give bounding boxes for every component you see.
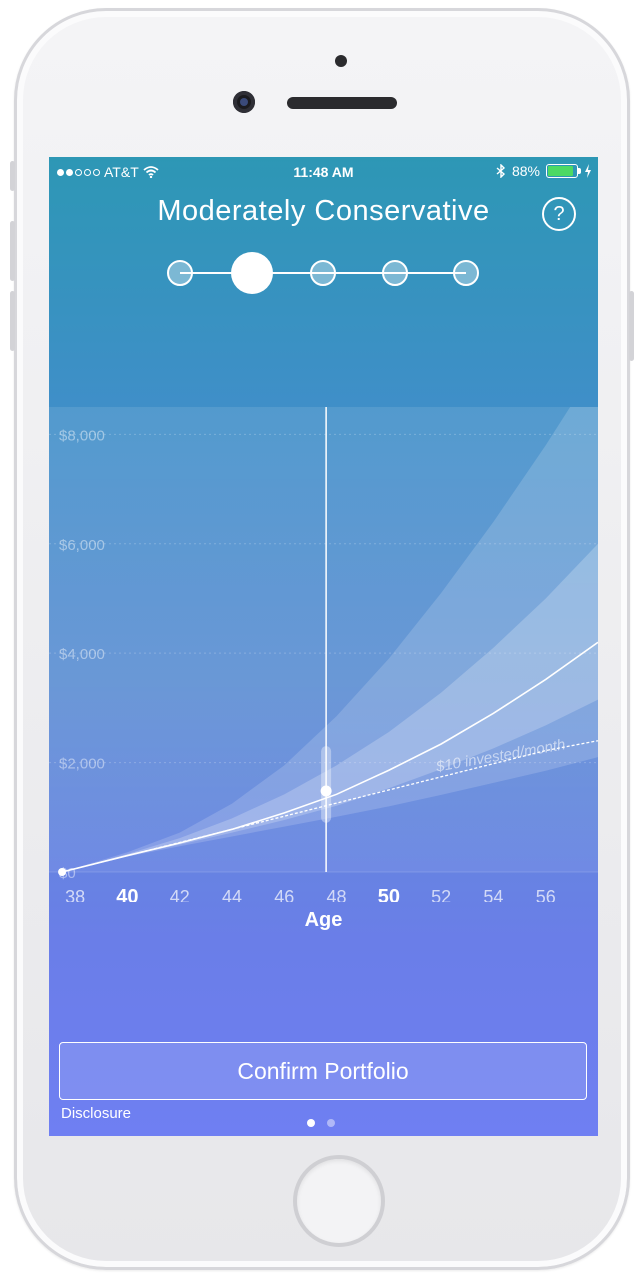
x-tick-label: 56 xyxy=(536,887,556,902)
risk-step-4[interactable] xyxy=(381,260,408,286)
status-bar: AT&T 11:48 AM 88% xyxy=(49,157,598,187)
risk-step-2[interactable] xyxy=(230,252,273,294)
x-tick-label: 54 xyxy=(483,887,503,902)
scrubber-range xyxy=(321,746,332,823)
risk-step-5[interactable] xyxy=(453,260,479,286)
x-tick-label: 52 xyxy=(431,887,451,902)
growth-projection-chart[interactable]: $0 $2,000 $4,000 $6,000 $8,000 38 40 42 44 46 48 5… xyxy=(49,407,598,902)
x-tick-label: 38 xyxy=(65,887,85,902)
x-tick-label: 50 xyxy=(378,886,400,902)
scrubber-point xyxy=(320,785,332,797)
home-button[interactable] xyxy=(293,1155,385,1247)
risk-level-stepper[interactable] xyxy=(49,252,598,294)
risk-step-1[interactable] xyxy=(167,260,193,286)
x-tick-label: 44 xyxy=(222,887,242,902)
page-dot[interactable] xyxy=(307,1119,315,1127)
x-tick-label: 48 xyxy=(327,887,347,902)
x-tick-label: 46 xyxy=(274,887,294,902)
page-indicator[interactable] xyxy=(307,1119,335,1127)
disclosure-link[interactable]: Disclosure xyxy=(61,1105,131,1122)
battery-icon xyxy=(546,164,581,178)
y-tick-label: $6,000 xyxy=(59,537,105,554)
y-tick-label: $0 xyxy=(59,865,76,882)
charging-icon xyxy=(585,164,591,178)
app-screen: AT&T 11:48 AM 88% Moderately Conservativ… xyxy=(49,157,598,1136)
risk-step-3[interactable] xyxy=(310,260,336,286)
power-button xyxy=(629,291,634,361)
mute-switch xyxy=(10,161,15,191)
page-dot[interactable] xyxy=(327,1119,335,1127)
y-tick-label: $4,000 xyxy=(59,646,105,663)
proximity-sensor xyxy=(335,55,347,67)
volume-down-button xyxy=(10,291,15,351)
x-tick-label: 40 xyxy=(116,886,138,902)
page-title: Moderately Conservative xyxy=(157,195,490,227)
front-camera xyxy=(233,91,255,113)
confirm-portfolio-button[interactable]: Confirm Portfolio xyxy=(59,1042,587,1100)
y-tick-label: $8,000 xyxy=(59,427,105,444)
x-tick-label: 42 xyxy=(170,887,190,902)
battery-percent: 88% xyxy=(511,163,540,179)
earpiece-speaker xyxy=(287,97,397,109)
y-tick-label: $2,000 xyxy=(59,756,105,773)
status-right: 88% xyxy=(496,163,592,179)
x-axis-title: Age xyxy=(304,909,343,931)
bluetooth-icon xyxy=(496,164,505,178)
help-button[interactable]: ? xyxy=(542,197,576,231)
volume-up-button xyxy=(10,221,15,281)
x-axis-labels: 38 40 42 44 46 48 50 52 54 56 xyxy=(65,886,556,902)
